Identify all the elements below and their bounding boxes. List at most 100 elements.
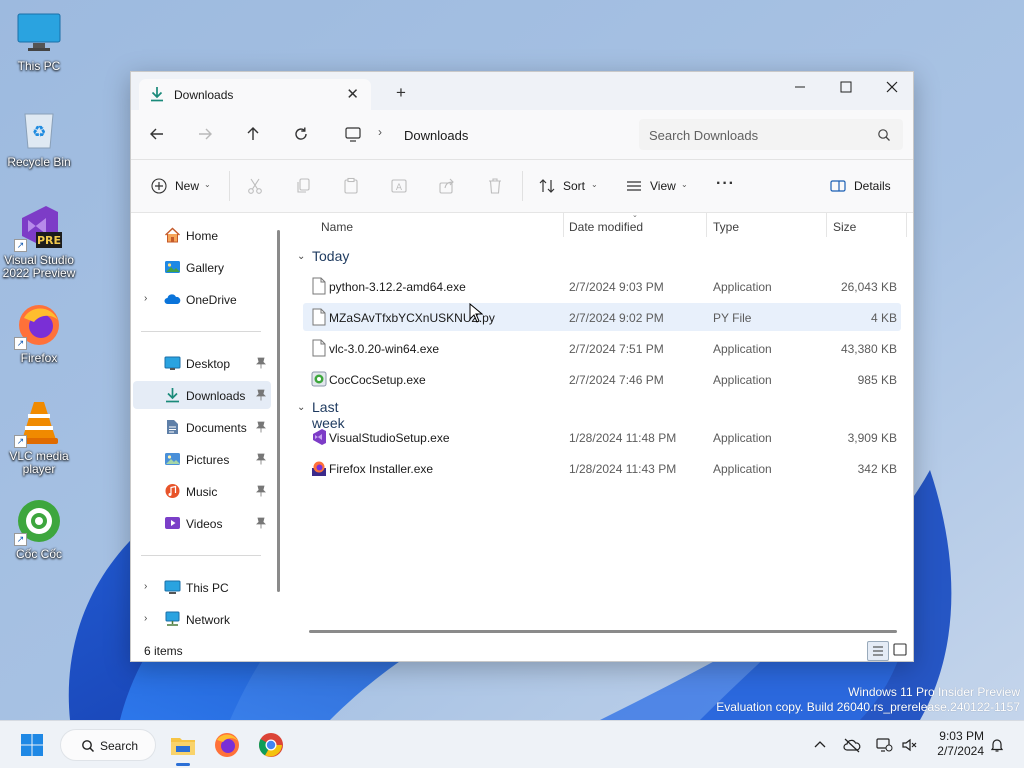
view-button[interactable]: View ⌄ — [625, 175, 695, 197]
sort-button[interactable]: Sort ⌄ — [538, 175, 602, 197]
taskbar-firefox[interactable] — [211, 729, 243, 761]
table-row[interactable]: vlc-3.0.20-win64.exe 2/7/2024 7:51 PM Ap… — [303, 334, 901, 362]
new-button[interactable]: New ⌄ — [150, 175, 214, 197]
watermark-build: Evaluation copy. Build 26040.rs_prerelea… — [716, 700, 1020, 714]
desktop-icon-recycle-bin[interactable]: ♻ Recycle Bin — [2, 106, 76, 169]
chevron-right-icon[interactable]: › — [144, 581, 147, 592]
navigation-pane-scrollbar[interactable] — [277, 230, 280, 592]
cut-icon[interactable] — [246, 177, 264, 195]
table-row[interactable]: VisualStudioSetup.exe 1/28/2024 11:48 PM… — [303, 423, 901, 451]
table-row[interactable]: CocCocSetup.exe 2/7/2024 7:46 PM Applica… — [303, 365, 901, 393]
breadcrumb-downloads[interactable]: Downloads — [404, 128, 468, 143]
taskbar-search-button[interactable]: Search — [60, 729, 156, 761]
sidebar-item-label: OneDrive — [186, 293, 237, 307]
horizontal-scrollbar[interactable] — [309, 630, 897, 633]
column-header-date-modified[interactable]: Date modified — [569, 220, 643, 234]
sort-ascending-icon: ⌄ — [632, 212, 638, 219]
folder-icon — [171, 738, 195, 755]
notification-bell-icon[interactable] — [989, 737, 1005, 753]
share-icon[interactable] — [438, 177, 456, 195]
search-box[interactable] — [639, 119, 903, 150]
sidebar-item-documents[interactable]: Documents — [133, 413, 271, 441]
refresh-button[interactable] — [292, 125, 310, 143]
sidebar-item-downloads[interactable]: Downloads — [133, 381, 271, 409]
desktop-icon-label: Visual Studio 2022 Preview — [2, 253, 76, 280]
download-arrow-icon — [149, 86, 165, 102]
sidebar-item-pictures[interactable]: Pictures — [133, 445, 271, 473]
column-divider[interactable] — [563, 213, 564, 237]
maximize-button[interactable] — [823, 72, 869, 102]
clock-time: 9:03 PM — [939, 729, 984, 743]
tab-downloads[interactable]: Downloads ✕ — [139, 79, 371, 110]
chevron-right-icon[interactable]: › — [144, 613, 147, 624]
close-button[interactable] — [869, 72, 915, 102]
sidebar-item-videos[interactable]: Videos — [133, 509, 271, 537]
minimize-button[interactable] — [777, 72, 823, 102]
file-name: CocCocSetup.exe — [329, 373, 426, 387]
file-size: 4 KB — [870, 311, 897, 325]
rename-icon[interactable]: A — [390, 177, 408, 195]
column-divider[interactable] — [706, 213, 707, 237]
column-divider[interactable] — [826, 213, 827, 237]
sidebar-item-music[interactable]: Music — [133, 477, 271, 505]
pin-icon[interactable] — [256, 485, 266, 497]
volume-muted-icon[interactable] — [901, 737, 917, 753]
pin-icon[interactable] — [256, 389, 266, 401]
sidebar-item-home[interactable]: Home — [133, 221, 271, 249]
search-input[interactable] — [649, 126, 869, 144]
breadcrumb-chevron-icon[interactable]: › — [378, 125, 382, 139]
desktop-icon-firefox[interactable]: ↗ Firefox — [2, 302, 76, 365]
copy-icon[interactable] — [294, 177, 312, 195]
column-header-name[interactable]: Name — [321, 220, 353, 234]
more-options-button[interactable]: ··· — [716, 175, 738, 197]
pin-icon[interactable] — [256, 517, 266, 529]
start-button[interactable] — [16, 729, 48, 761]
desktop-icon-visual-studio[interactable]: PRE ↗ Visual Studio 2022 Preview — [2, 204, 76, 280]
back-button[interactable] — [148, 125, 166, 143]
desktop-icon-vlc[interactable]: ↗ VLC media player — [2, 400, 76, 476]
column-header-size[interactable]: Size — [833, 220, 856, 234]
new-tab-button[interactable]: + — [393, 83, 409, 103]
sidebar-item-network[interactable]: › Network — [133, 605, 271, 633]
taskbar-file-explorer[interactable] — [167, 729, 199, 761]
delete-icon[interactable] — [486, 177, 504, 195]
computer-icon[interactable] — [344, 125, 362, 143]
network-status-icon[interactable] — [875, 737, 893, 753]
system-clock[interactable]: 9:03 PM 2/7/2024 — [924, 729, 984, 759]
forward-button[interactable] — [196, 125, 214, 143]
show-hidden-icons-chevron-icon[interactable] — [812, 737, 828, 753]
pin-icon[interactable] — [256, 453, 266, 465]
paste-icon[interactable] — [342, 177, 360, 195]
sidebar-item-label: Network — [186, 613, 231, 627]
pin-icon[interactable] — [256, 357, 266, 369]
details-view-button[interactable] — [867, 641, 889, 661]
column-header-type[interactable]: Type — [713, 220, 739, 234]
column-divider[interactable] — [906, 213, 907, 237]
tiles-view-button[interactable] — [890, 641, 912, 661]
sidebar-item-onedrive[interactable]: › OneDrive — [133, 285, 271, 313]
file-date: 1/28/2024 11:48 PM — [569, 431, 677, 445]
up-button[interactable] — [244, 125, 262, 143]
plus-circle-icon — [150, 177, 168, 195]
desktop-icon-coccoc[interactable]: ↗ Cốc Cốc — [2, 498, 76, 561]
details-pane-button[interactable]: Details — [829, 175, 895, 197]
desktop-icon-this-pc[interactable]: This PC — [2, 10, 76, 73]
sidebar-item-desktop[interactable]: Desktop — [133, 349, 271, 377]
navigation-bar: › Downloads — [131, 110, 913, 159]
svg-text:A: A — [396, 183, 403, 193]
tab-close-icon[interactable]: ✕ — [346, 85, 359, 103]
taskbar-chrome[interactable] — [255, 729, 287, 761]
file-name: python-3.12.2-amd64.exe — [329, 280, 466, 294]
chevron-right-icon[interactable]: › — [144, 293, 147, 304]
table-row[interactable]: Firefox Installer.exe 1/28/2024 11:43 PM… — [303, 454, 901, 482]
pin-icon[interactable] — [256, 421, 266, 433]
command-bar: New ⌄ A Sort ⌄ View ⌄ ··· Details — [131, 159, 913, 213]
table-row[interactable]: MZaSAvTfxbYCXnUSKNUZ.py 2/7/2024 9:02 PM… — [303, 303, 901, 331]
onedrive-offline-icon[interactable] — [843, 737, 861, 753]
sidebar-item-this-pc[interactable]: › This PC — [133, 573, 271, 601]
clock-date: 2/7/2024 — [937, 744, 984, 758]
sidebar-item-gallery[interactable]: Gallery — [133, 253, 271, 281]
table-row[interactable]: python-3.12.2-amd64.exe 2/7/2024 9:03 PM… — [303, 272, 901, 300]
documents-folder-icon — [164, 419, 181, 435]
file-name: Firefox Installer.exe — [329, 462, 434, 476]
